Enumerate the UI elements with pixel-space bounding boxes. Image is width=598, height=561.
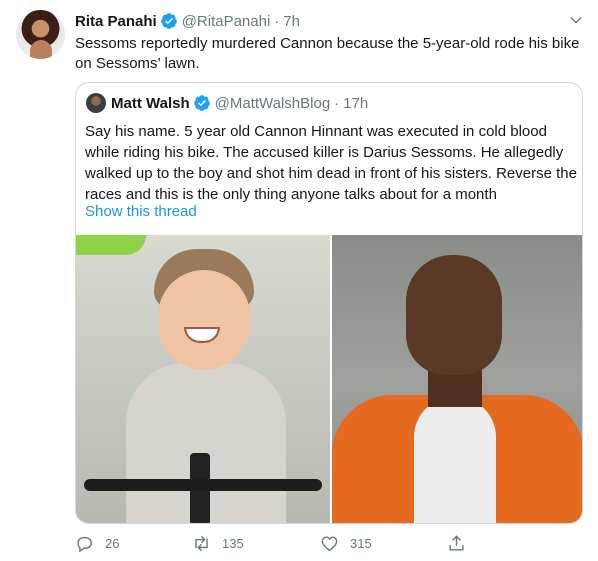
- quoted-author-handle: @MattWalshBlog: [214, 94, 331, 112]
- quoted-tweet[interactable]: Matt Walsh @MattWalshBlog · 17h Say his …: [75, 82, 583, 524]
- action-bar: 26 135 315: [75, 532, 495, 554]
- like-button[interactable]: 315: [320, 532, 372, 554]
- quoted-author-name: Matt Walsh: [111, 94, 190, 112]
- retweet-button[interactable]: 135: [192, 532, 244, 554]
- photo-child-on-bike[interactable]: [76, 235, 330, 523]
- reply-count: 26: [105, 535, 120, 551]
- quoted-avatar: [86, 93, 106, 113]
- quoted-timestamp: 17h: [343, 94, 369, 112]
- separator-dot: ·: [274, 12, 280, 30]
- separator-dot: ·: [334, 94, 340, 112]
- share-icon: [449, 534, 464, 551]
- quoted-header: Matt Walsh @MattWalshBlog · 17h: [111, 93, 368, 113]
- share-button[interactable]: [447, 532, 466, 554]
- heart-icon: [321, 535, 338, 551]
- tweet[interactable]: Rita Panahi @RitaPanahi · 7h Sessoms rep…: [0, 0, 598, 561]
- timestamp[interactable]: 7h: [283, 13, 300, 30]
- photo-mugshot[interactable]: [332, 235, 582, 523]
- tweet-header: Rita Panahi @RitaPanahi · 7h: [75, 11, 300, 31]
- retweet-count: 135: [222, 535, 244, 551]
- retweet-icon: [195, 535, 208, 551]
- show-thread-link[interactable]: Show this thread: [85, 203, 197, 220]
- tweet-text: Sessoms reportedly murdered Cannon becau…: [75, 35, 580, 72]
- verified-badge-icon: [160, 13, 177, 29]
- author-handle[interactable]: @RitaPanahi: [182, 13, 271, 30]
- like-count: 315: [350, 535, 372, 551]
- verified-badge-icon: [193, 95, 210, 111]
- reply-button[interactable]: 26: [75, 532, 119, 554]
- author-name[interactable]: Rita Panahi: [75, 13, 157, 30]
- avatar[interactable]: [16, 10, 65, 59]
- chevron-down-icon[interactable]: [568, 12, 584, 28]
- reply-icon: [77, 536, 92, 552]
- quoted-text: Say his name. 5 year old Cannon Hinnant …: [85, 123, 577, 203]
